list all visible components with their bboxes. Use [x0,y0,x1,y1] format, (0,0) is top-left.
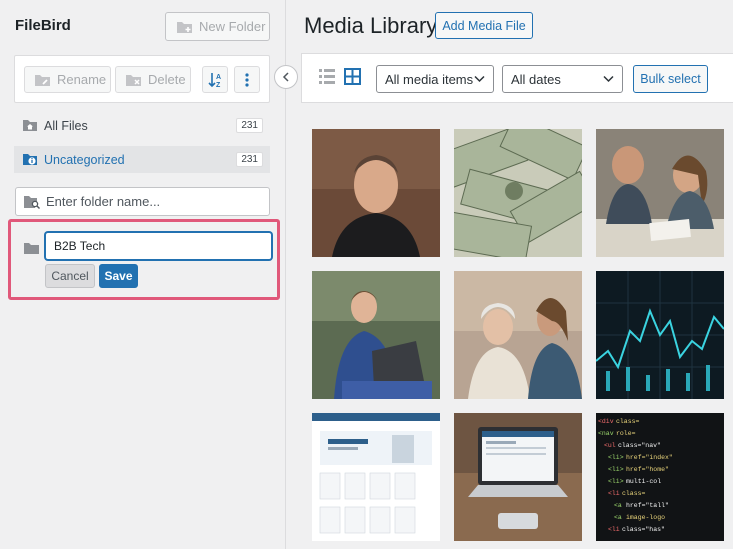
add-media-file-button[interactable]: Add Media File [435,12,533,39]
svg-text:class="has": class="has" [622,526,665,533]
folder-edit-icon [35,74,50,86]
media-filter-bar: All media items All dates Bulk select [301,53,733,103]
svg-text:<a: <a [614,502,622,509]
chevron-down-icon [474,75,485,83]
folder-count-badge: 231 [236,152,263,167]
folder-search [15,187,270,216]
date-filter-select[interactable]: All dates [502,65,623,93]
folder-plus-icon [177,21,192,33]
svg-text:href="home": href="home" [626,466,669,473]
svg-text:A: A [216,74,221,81]
svg-text:<nav: <nav [598,430,614,437]
media-thumbnail[interactable] [454,413,582,541]
tree-item-uncategorized[interactable]: Uncategorized 231 [14,146,270,173]
svg-text:<a: <a [614,514,622,521]
date-filter-value: All dates [511,71,561,87]
svg-text:<li: <li [608,526,620,533]
rename-label: Rename [57,72,107,87]
tree-item-label: All Files [44,118,88,133]
svg-text:image-logo: image-logo [626,514,665,521]
media-thumbnail[interactable] [596,129,724,257]
media-thumbnail[interactable] [596,271,724,399]
media-thumbnail[interactable] [312,413,440,541]
svg-text:class=: class= [622,490,646,497]
bulk-select-button[interactable]: Bulk select [633,65,708,93]
svg-text:class=: class= [616,418,640,425]
folder-search-input[interactable] [46,194,256,209]
rename-button[interactable]: Rename [24,66,111,93]
media-thumbnail[interactable] [312,271,440,399]
media-thumbnail[interactable] [454,129,582,257]
media-library-main: Media Library Add Media File All media i… [287,0,733,549]
tree-item-all-files[interactable]: All Files 231 [14,112,270,139]
svg-text:<li>: <li> [608,454,624,461]
media-thumbnail[interactable] [312,129,440,257]
svg-text:<div: <div [598,418,614,425]
media-thumbnail[interactable]: <div class= <nav role= <ul class="nav" <li>… [596,413,724,541]
svg-text:href="tall": href="tall" [626,502,669,509]
media-type-value: All media items [385,71,474,87]
svg-text:<ul: <ul [604,442,616,449]
more-options-button[interactable] [234,66,260,93]
cancel-button[interactable]: Cancel [45,264,95,288]
sort-button[interactable]: AZ [202,66,228,93]
media-type-select[interactable]: All media items [376,65,494,93]
chevron-down-icon [603,75,614,83]
media-thumbnail[interactable] [454,271,582,399]
svg-text:multi-col: multi-col [626,478,661,485]
folder-count-badge: 231 [236,118,263,133]
svg-text:role=: role= [616,430,636,437]
folder-info-icon [23,154,37,165]
svg-text:<li>: <li> [608,466,624,473]
filebird-sidebar: FileBird New Folder Rename Delete AZ All… [0,0,286,549]
folder-name-input[interactable] [45,232,272,260]
folder-search-icon [24,195,40,209]
sidebar-title: FileBird [15,17,71,34]
tree-item-label: Uncategorized [44,152,125,167]
svg-text:<li>: <li> [608,478,624,485]
new-folder-edit-box: Cancel Save [8,219,280,300]
folder-home-icon [23,120,37,131]
svg-text:<li: <li [608,490,620,497]
more-vertical-icon [245,72,249,87]
delete-label: Delete [148,72,186,87]
grid-view-icon[interactable] [344,68,361,85]
new-folder-label: New Folder [199,19,266,34]
svg-text:Z: Z [216,82,221,89]
save-button[interactable]: Save [99,264,138,288]
delete-button[interactable]: Delete [115,66,191,93]
list-view-icon[interactable] [319,69,335,84]
chevron-left-icon [282,72,289,82]
collapse-sidebar-button[interactable] [274,65,298,89]
page-title: Media Library [304,13,438,38]
folder-delete-icon [126,74,141,86]
svg-text:class="nav": class="nav" [618,442,661,449]
new-folder-button[interactable]: New Folder [165,12,270,41]
folder-toolbar: Rename Delete AZ [14,55,270,103]
folder-icon [24,243,39,254]
sort-icon: AZ [208,72,221,89]
svg-text:href="index": href="index" [626,454,673,461]
